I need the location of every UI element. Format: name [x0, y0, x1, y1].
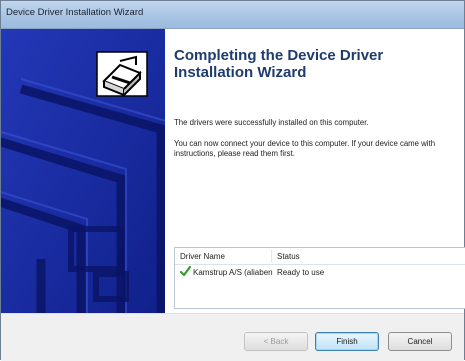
instructions-message: You can now connect your device to this …: [174, 139, 436, 158]
wizard-content: Completing the Device Driver Installatio…: [166, 29, 465, 313]
success-message: The drivers were successfully installed …: [174, 118, 369, 127]
driver-name: Kamstrup A/S (aliabenn)...: [193, 268, 273, 277]
wizard-banner: [1, 29, 165, 313]
window-title: Device Driver Installation Wizard: [6, 7, 144, 18]
title-bar[interactable]: Device Driver Installation Wizard: [1, 1, 464, 29]
column-header-driver-name[interactable]: Driver Name: [180, 252, 225, 261]
driver-status: Ready to use: [277, 268, 325, 277]
page-title: Completing the Device Driver Installatio…: [174, 47, 384, 81]
table-row[interactable]: Kamstrup A/S (aliabenn)... Ready to use: [175, 265, 465, 280]
driver-install-icon: [96, 51, 148, 97]
finish-button[interactable]: Finish: [315, 332, 379, 351]
button-bar: < Back Finish Cancel: [1, 313, 464, 361]
driver-list-header: Driver Name Status: [175, 248, 465, 265]
driver-list[interactable]: Driver Name Status Kamstrup A/S (aliaben…: [174, 247, 465, 309]
back-button[interactable]: < Back: [244, 332, 308, 351]
column-header-status[interactable]: Status: [277, 252, 300, 261]
column-divider[interactable]: [271, 250, 272, 262]
cancel-button[interactable]: Cancel: [388, 332, 452, 351]
check-icon: [179, 265, 192, 279]
wizard-window: Device Driver Installation Wizard Comple…: [0, 0, 465, 361]
